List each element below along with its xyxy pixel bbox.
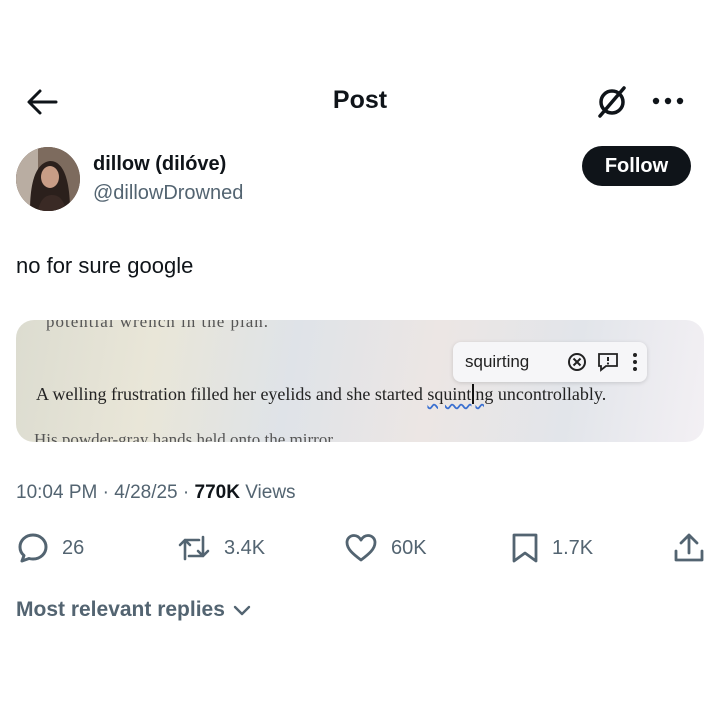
- reply-bubble-icon: [18, 533, 48, 563]
- meta-separator: ·: [182, 482, 195, 503]
- heart-icon: [345, 534, 377, 562]
- reply-count: 26: [62, 536, 85, 559]
- grok-icon: [598, 86, 626, 118]
- views-count: 770K: [194, 482, 240, 503]
- share-button[interactable]: [672, 530, 718, 566]
- sentence-before: A welling frustration filled her eyelids…: [36, 384, 428, 404]
- repost-count: 3.4K: [224, 536, 266, 559]
- grok-button[interactable]: [594, 84, 630, 120]
- more-dots-icon: [652, 97, 684, 105]
- repost-arrows-icon: [178, 535, 210, 561]
- more-options-button[interactable]: [648, 86, 688, 116]
- chevron-down-icon: [233, 605, 251, 616]
- like-button[interactable]: 60K: [343, 530, 427, 566]
- post-text: no for sure google: [16, 253, 194, 278]
- sentence-after: uncontrollably.: [493, 384, 607, 404]
- feedback-icon: [598, 353, 618, 372]
- like-count: 60K: [391, 536, 427, 559]
- repost-button[interactable]: 3.4K: [176, 530, 265, 566]
- post-date[interactable]: 4/28/25: [114, 482, 177, 503]
- media-top-text: potential wrench in the plan.: [46, 320, 270, 331]
- avatar[interactable]: [16, 147, 80, 211]
- misspelled-word: squint ng: [427, 384, 494, 404]
- bookmark-button[interactable]: 1.7K: [510, 530, 593, 566]
- views-label: Views: [245, 482, 296, 503]
- meta-separator: ·: [102, 482, 115, 503]
- kebab-menu-icon: [633, 353, 637, 371]
- replies-sort-dropdown[interactable]: Most relevant replies: [16, 598, 253, 622]
- follow-button[interactable]: Follow: [582, 146, 691, 186]
- bookmark-icon: [512, 533, 538, 563]
- avatar-photo-icon: [16, 147, 80, 211]
- author-handle[interactable]: @dillowDrowned: [93, 182, 243, 205]
- reply-button[interactable]: 26: [16, 530, 84, 566]
- author-display-name[interactable]: dillow (dilóve): [93, 153, 226, 176]
- media-sentence: A welling frustration filled her eyelids…: [36, 384, 606, 405]
- replies-sort-label: Most relevant replies: [16, 598, 225, 621]
- post-media-image[interactable]: potential wrench in the plan. A welling …: [16, 320, 704, 442]
- post-time[interactable]: 10:04 PM: [16, 482, 97, 503]
- media-bottom-text: His powder-gray hands held onto the mirr…: [34, 430, 333, 442]
- post-metadata: 10:04 PM · 4/28/25 · 770K Views: [16, 482, 296, 504]
- spell-suggestion-word: squirting: [465, 352, 530, 371]
- share-icon: [674, 533, 704, 562]
- bookmark-count: 1.7K: [552, 536, 594, 559]
- spell-suggestion-popup: squirting: [453, 342, 647, 382]
- dismiss-icon: [568, 353, 586, 371]
